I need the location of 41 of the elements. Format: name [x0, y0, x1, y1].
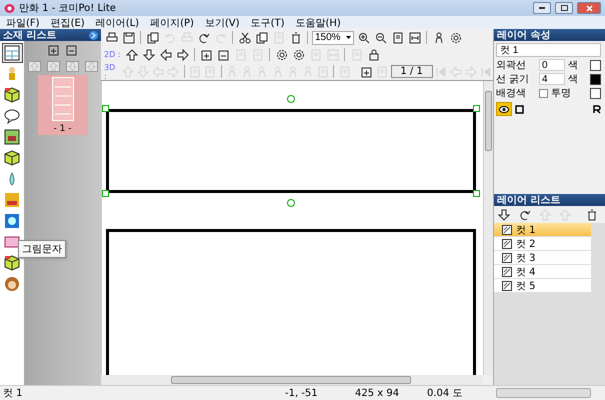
property-label: 선 굵기 — [496, 73, 530, 86]
color-label: 색 — [568, 73, 578, 86]
menu-item[interactable]: 레이어(L) — [96, 16, 140, 30]
color-label: 색 — [568, 59, 578, 72]
row-label: 3D : — [104, 62, 116, 80]
page-field: 1 / 1 — [390, 65, 433, 78]
property-label: 외곽선 — [496, 59, 527, 72]
tooltip: 그림문자 — [18, 240, 66, 258]
menu-item[interactable]: 페이지(P) — [150, 16, 194, 30]
checkbox-label: 투명 — [551, 87, 571, 100]
status-size: 425 x 94 — [354, 388, 400, 398]
layer-item[interactable]: 컷 3 — [494, 251, 591, 265]
status-layer: 컷 1 — [2, 387, 24, 400]
layer-name: 컷 1 — [516, 224, 536, 236]
zoom-dropdown[interactable]: 150% — [312, 30, 354, 44]
number-spinner[interactable]: 4 — [539, 73, 565, 85]
page-thumbnail[interactable]: - 1 - — [38, 75, 88, 135]
menu-item[interactable]: 도구(T) — [250, 16, 284, 30]
window-title: 만화 1 - 코미Po! Lite — [19, 2, 117, 15]
panel-title: 소재 리스트 — [3, 29, 56, 42]
status-position: -1, -51 — [284, 388, 319, 398]
number-spinner[interactable]: 0 — [539, 59, 565, 71]
menu-item[interactable]: 편집(E) — [50, 16, 85, 30]
layer-item[interactable]: 컷 5 — [494, 279, 591, 293]
menu-item[interactable]: 도움말(H) — [295, 16, 341, 30]
property-label: 배경색 — [496, 87, 527, 100]
page-number: - 1 - — [54, 124, 72, 134]
menu-item[interactable]: 보기(V) — [204, 16, 240, 30]
layer-name-field[interactable]: 컷 1 — [496, 43, 601, 57]
panel-title: 레이어 속성 — [497, 29, 550, 42]
status-angle: 0.04 도 — [426, 387, 464, 400]
layer-item[interactable]: 컷 4 — [494, 265, 591, 279]
menu-item[interactable]: 파일(F) — [6, 16, 40, 30]
layer-item[interactable]: 컷 2 — [494, 237, 591, 251]
layer-name: 컷 4 — [516, 266, 536, 278]
layer-name: 컷 5 — [516, 280, 536, 292]
panel-title: 레이어 리스트 — [497, 194, 560, 207]
row-label: 2D : — [104, 50, 122, 59]
layer-name: 컷 2 — [516, 238, 536, 250]
layer-item[interactable]: 컷 1 — [494, 223, 591, 237]
layer-name: 컷 3 — [516, 252, 536, 264]
